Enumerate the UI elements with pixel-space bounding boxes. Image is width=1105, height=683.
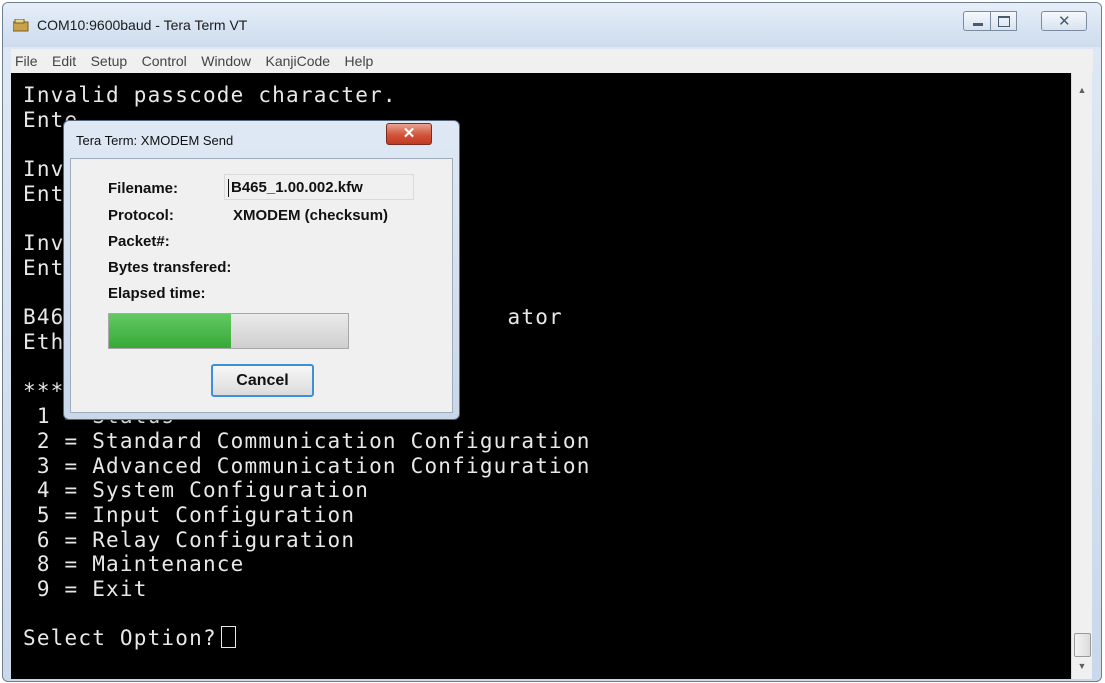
close-button[interactable]: ✕ [1041,11,1087,31]
tera-term-app-icon [13,19,29,32]
terminal-line: Invalid passcode character. [23,83,397,107]
menu-file[interactable]: File [11,49,44,69]
terminal-line: 9 = Exit [23,577,148,601]
terminal-line-text: 5 = Input Configuration [23,502,356,527]
close-icon: ✕ [402,125,416,142]
window-title: COM10:9600baud - Tera Term VT [37,17,248,33]
elapsed-time-label: Elapsed time: [108,285,206,302]
filename-label: Filename: [108,180,179,197]
title-bar: COM10:9600baud - Tera Term VT ✕ [3,3,1101,47]
dialog-close-button[interactable]: ✕ [386,123,432,145]
terminal-line-text: 8 = Maintenance [23,552,245,577]
terminal-line-text: 3 = Advanced Communication Configuration [23,453,591,478]
menu-control[interactable]: Control [138,49,193,69]
dialog-title: Tera Term: XMODEM Send [76,133,234,148]
terminal-line-text: 6 = Relay Configuration [23,527,356,552]
minimize-button[interactable] [963,11,991,31]
menu-edit[interactable]: Edit [48,49,82,69]
scroll-down-icon[interactable]: ▼ [1072,657,1092,675]
menu-kanjicode[interactable]: KanjiCode [261,49,336,69]
dialog-body: Filename: B465_1.00.002.kfw Protocol: XM… [70,158,453,413]
cancel-button[interactable]: Cancel [211,364,314,397]
terminal-line-text: 2 = Standard Communication Configuration [23,428,591,453]
terminal-line: 5 = Input Configuration [23,503,355,527]
menu-help[interactable]: Help [341,49,380,69]
terminal-line-text: *** [23,379,65,404]
filename-value: B465_1.00.002.kfw [231,179,363,196]
protocol-value: XMODEM (checksum) [233,207,389,224]
terminal-line: 6 = Relay Configuration [23,528,355,552]
scroll-up-icon[interactable]: ▲ [1072,81,1092,99]
packet-label: Packet#: [108,233,170,250]
maximize-button[interactable] [991,11,1017,31]
terminal-line: 8 = Maintenance [23,552,245,576]
terminal-line: *** [23,379,65,403]
protocol-label: Protocol: [108,207,174,224]
terminal-cursor [220,626,236,649]
progress-fill [109,314,231,348]
maximize-icon [998,16,1010,27]
close-icon: ✕ [1058,12,1071,30]
filename-field: B465_1.00.002.kfw [224,174,414,200]
minimize-icon [973,23,983,26]
menu-bar: File Edit Setup Control Window KanjiCode… [11,49,1093,74]
terminal-line: 2 = Standard Communication Configuration [23,429,591,453]
xmodem-send-dialog: Tera Term: XMODEM Send ✕ Filename: B465_… [63,120,460,420]
menu-setup[interactable]: Setup [87,49,134,69]
terminal-line-text: Select Option? [23,626,217,651]
terminal-line-text: 9 = Exit [23,577,148,601]
bytes-transferred-label: Bytes transfered: [108,259,232,276]
terminal-line: Select Option? [23,626,236,650]
text-caret [228,179,229,197]
scroll-thumb[interactable] [1074,633,1091,657]
transfer-progress-bar [108,313,349,349]
terminal-line: 4 = System Configuration [23,478,369,502]
terminal-line-text: Invalid passcode character. [23,83,397,107]
terminal-line-text: 4 = System Configuration [23,478,370,503]
menu-window[interactable]: Window [197,49,257,69]
terminal-line: 3 = Advanced Communication Configuration [23,454,591,478]
vertical-scrollbar[interactable]: ▲ ▼ [1071,73,1092,679]
